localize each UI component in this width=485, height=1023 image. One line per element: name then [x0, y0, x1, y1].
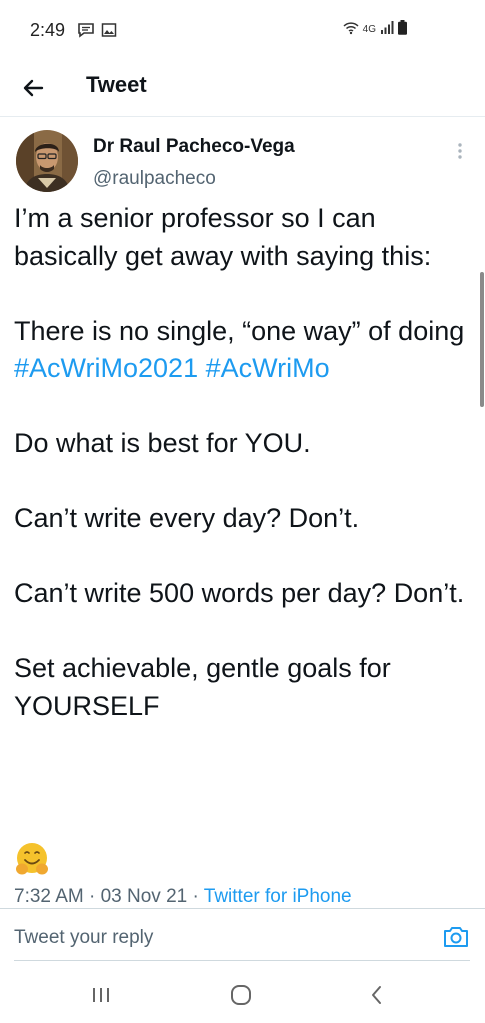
tweet-source-link[interactable]: Twitter for iPhone [204, 886, 352, 907]
tweet-paragraph: I’m a senior professor so I can basicall… [14, 203, 432, 271]
tweet-text-segment: There is no single, “one way” of doing [14, 315, 465, 346]
more-options-button[interactable] [450, 139, 470, 163]
chevron-left-icon [372, 986, 381, 1004]
divider [14, 960, 470, 961]
author-avatar[interactable] [16, 130, 78, 192]
status-bar: 2:49 4G [0, 0, 485, 60]
author-handle[interactable]: @raulpacheco [93, 168, 216, 190]
recent-apps-icon [93, 988, 109, 1002]
tweet-paragraph: Can’t write every day? Don’t. [14, 503, 360, 533]
network-type-label: 4G [362, 23, 376, 35]
system-nav-bar [0, 966, 485, 1023]
message-notification-icon [77, 22, 95, 43]
system-back-button[interactable] [362, 982, 392, 1008]
battery-icon [398, 20, 407, 38]
avatar-photo [16, 130, 78, 192]
back-button[interactable] [20, 74, 48, 102]
status-notification-icons [77, 22, 117, 43]
signal-icon [380, 21, 394, 37]
home-button[interactable] [226, 982, 256, 1008]
reply-input[interactable]: Tweet your reply [14, 927, 153, 949]
meta-separator: · [83, 886, 101, 907]
status-system-icons: 4G [343, 20, 407, 38]
home-icon [231, 985, 251, 1005]
top-bar: Tweet [0, 60, 485, 117]
hashtag-acwrimo2021-link[interactable]: #AcWriMo2021 [14, 353, 198, 383]
tweet-paragraph: Can’t write 500 words per day? Don’t. [14, 578, 465, 608]
hugging-face-emoji-icon [14, 842, 50, 878]
image-notification-icon [101, 22, 117, 43]
meta-separator: · [187, 886, 204, 907]
wifi-icon [343, 21, 359, 38]
more-vertical-icon [458, 143, 462, 159]
camera-icon [444, 927, 468, 947]
tweet-paragraph: There is no single, “one way” of doing #… [14, 313, 469, 388]
tweet-paragraph: Do what is best for YOU. [14, 428, 311, 458]
tweet-paragraph: Set achievable, gentle goals for YOURSEL… [14, 653, 391, 721]
author-name[interactable]: Dr Raul Pacheco-Vega [93, 136, 295, 158]
recent-apps-button[interactable] [86, 982, 116, 1008]
status-time: 2:49 [30, 20, 66, 40]
page-title: Tweet [86, 72, 147, 97]
scrollbar[interactable] [480, 272, 484, 407]
camera-button[interactable] [442, 923, 470, 951]
hashtag-acwrimo-link[interactable]: #AcWriMo [206, 353, 330, 383]
back-arrow-icon [23, 79, 44, 97]
reply-bar: Tweet your reply [0, 908, 485, 965]
tweet-date: 03 Nov 21 [100, 886, 188, 907]
tweet-meta: 7:32 AM · 03 Nov 21 · Twitter for iPhone [14, 886, 474, 908]
tweet-text: I’m a senior professor so I can basicall… [14, 200, 469, 725]
tweet-time: 7:32 AM [14, 886, 84, 907]
